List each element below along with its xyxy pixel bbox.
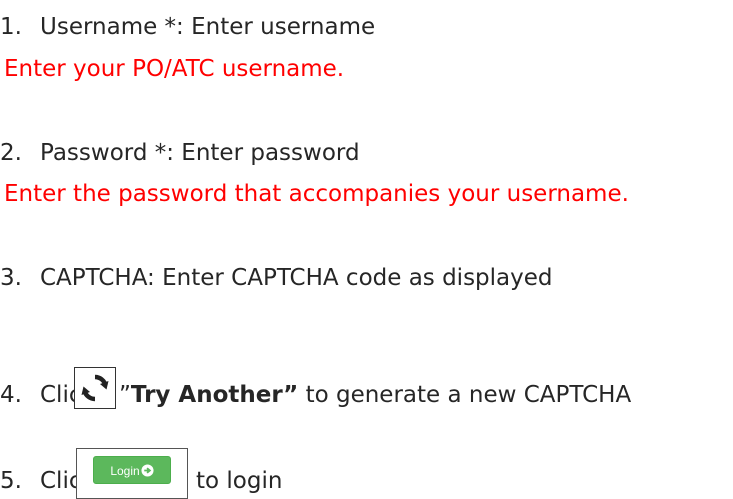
step-1-note: Enter your PO/ATC username. (4, 56, 345, 82)
step-2-number: 2. (0, 140, 22, 166)
step-3-text: CAPTCHA: Enter CAPTCHA code as displayed (40, 265, 553, 291)
step-2-note: Enter the password that accompanies your… (4, 181, 629, 207)
step-5-suffix: to login (196, 468, 283, 494)
step-4-bold: Try Another” (130, 382, 299, 408)
step-4-suffix: to generate a new CAPTCHA (305, 382, 632, 408)
step-5-number: 5. (0, 468, 22, 494)
step-1: 1. Username *: Enter username (0, 13, 375, 41)
login-button[interactable]: Login (93, 456, 171, 484)
step-4-number: 4. (0, 382, 22, 408)
try-another-button[interactable] (74, 367, 116, 409)
arrow-circle-right-icon (141, 464, 154, 477)
step-3-number: 3. (0, 265, 22, 291)
login-button-frame: Login (76, 448, 188, 499)
step-4-rest: ”Try Another” to generate a new CAPTCHA (119, 381, 631, 409)
step-1-number: 1. (0, 14, 22, 40)
step-3: 3. CAPTCHA: Enter CAPTCHA code as display… (0, 264, 553, 292)
login-button-label: Login (110, 464, 140, 478)
refresh-icon (81, 374, 109, 402)
step-1-text: Username *: Enter username (40, 14, 376, 40)
step-4-quote-open: ” (119, 382, 131, 408)
step-2: 2. Password *: Enter password (0, 139, 360, 167)
step-2-text: Password *: Enter password (40, 140, 360, 166)
